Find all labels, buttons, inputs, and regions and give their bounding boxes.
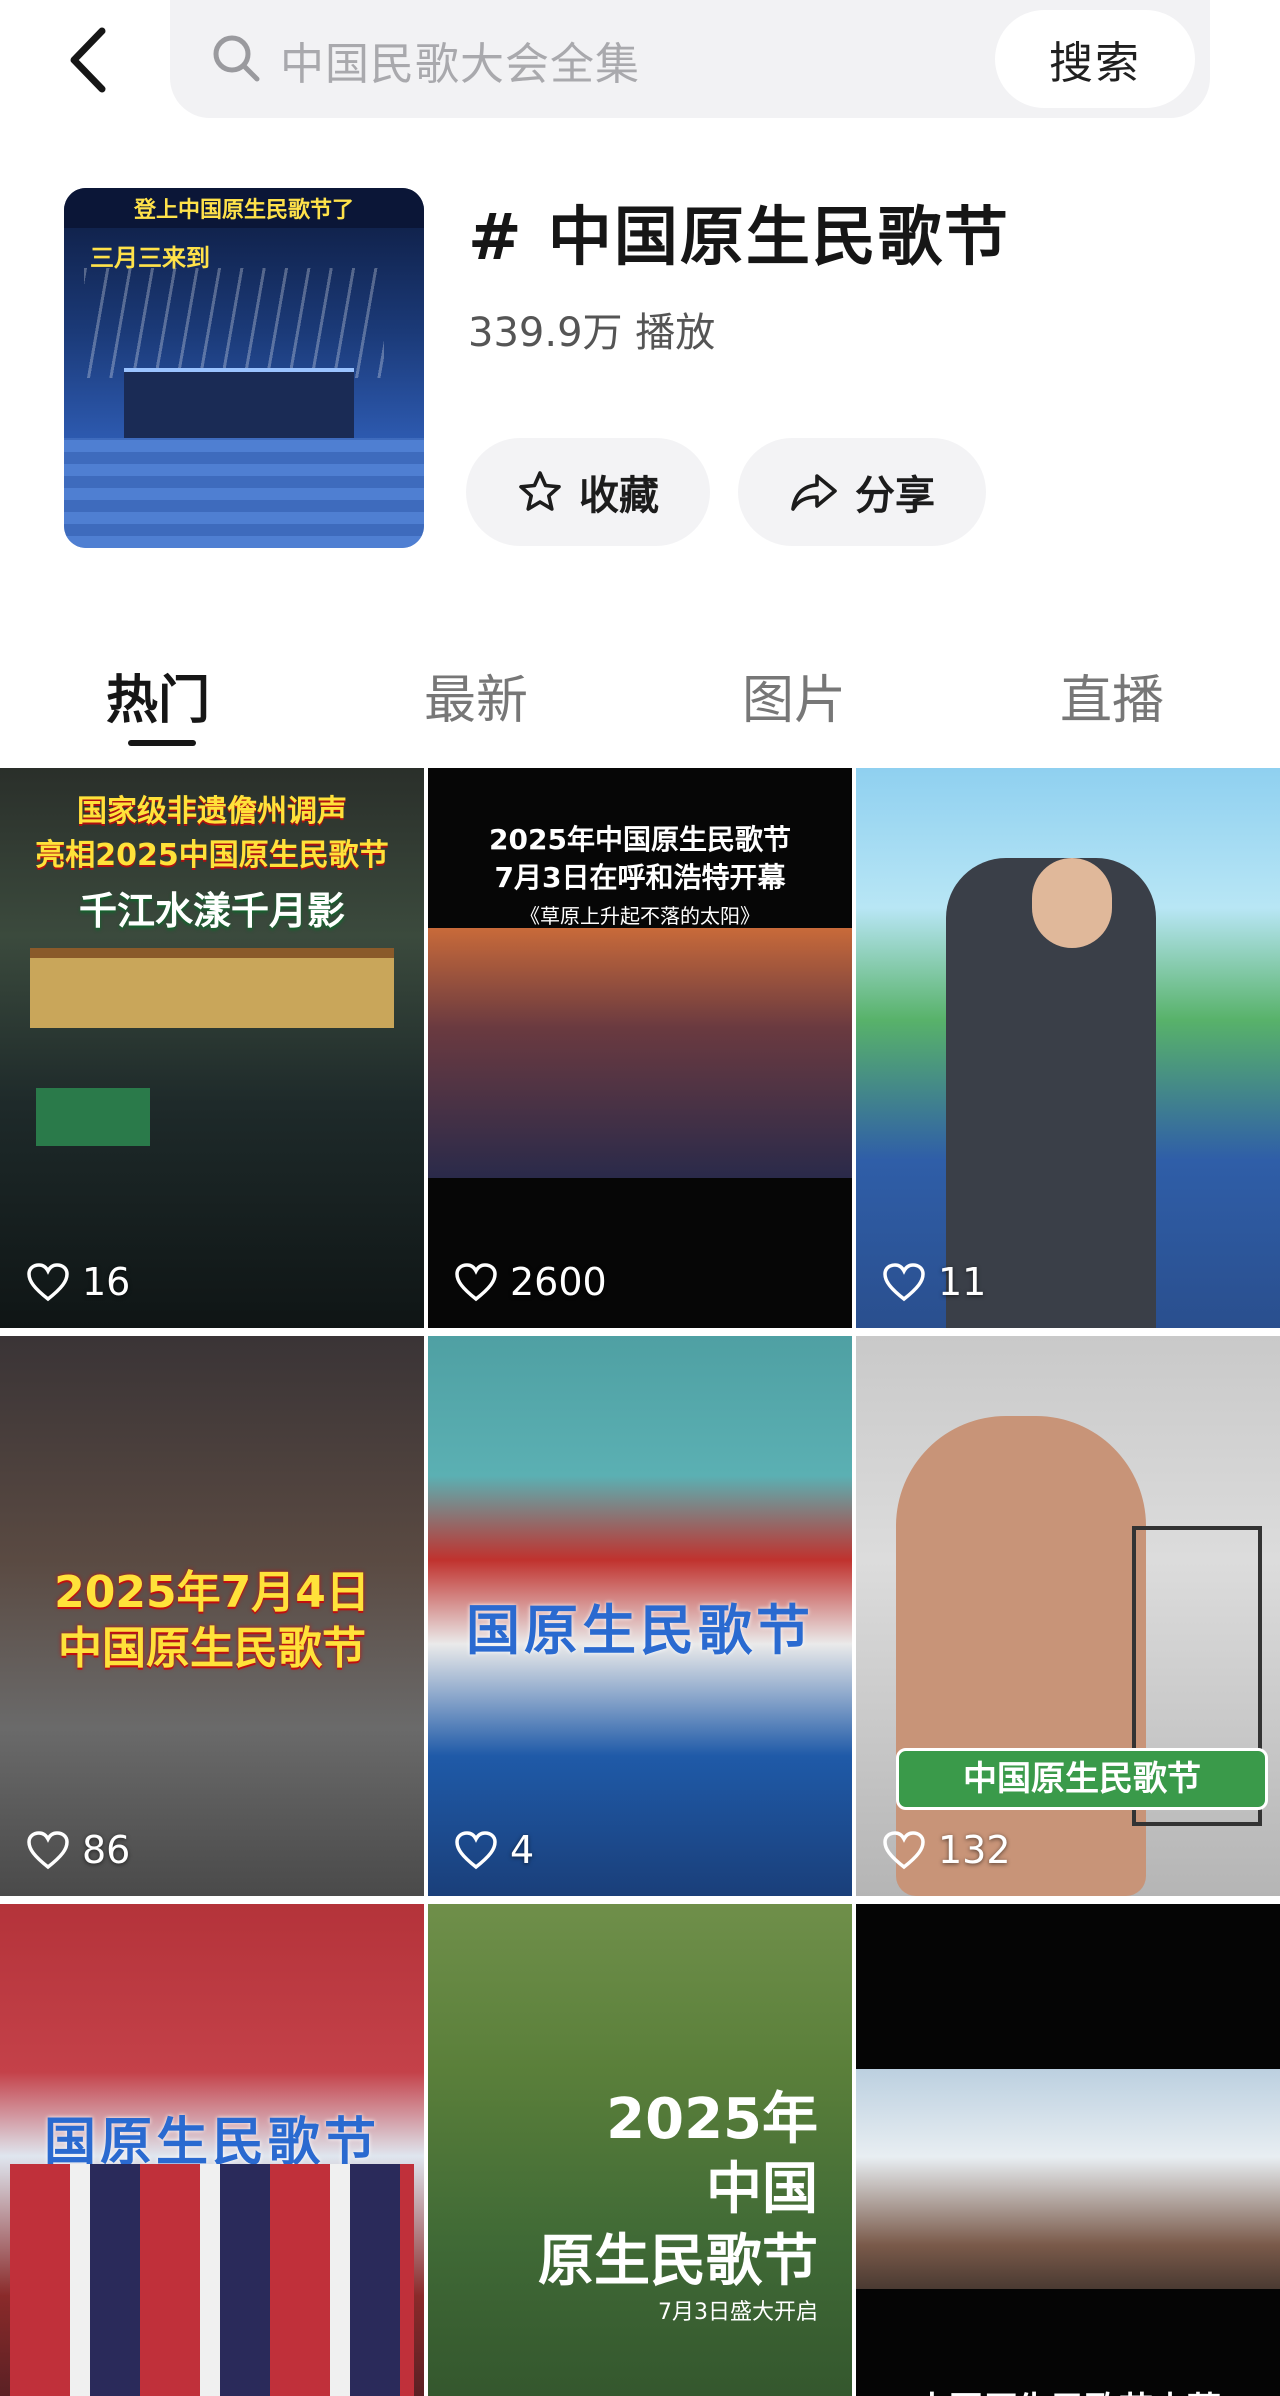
video-card[interactable]: 2025年 中国 原生民歌节 7月3日盛大开启 bbox=[428, 1904, 852, 2396]
like-count: 11 bbox=[882, 1260, 986, 1304]
heart-icon bbox=[455, 1263, 497, 1302]
like-count: 132 bbox=[882, 1828, 1011, 1872]
video-subtitle: 7月3日盛大开启 bbox=[658, 2300, 818, 2325]
search-button[interactable]: 搜索 bbox=[995, 10, 1195, 108]
gate-image bbox=[30, 948, 394, 1028]
performance-image bbox=[428, 928, 852, 1178]
share-icon bbox=[791, 474, 837, 511]
video-card[interactable]: 11 bbox=[856, 768, 1280, 1328]
share-label: 分享 bbox=[855, 473, 935, 519]
video-card[interactable]: 中国原生民歌节 132 bbox=[856, 1336, 1280, 1896]
topic-title: # 中国原生民歌节 bbox=[468, 201, 1010, 275]
video-title: 千江水漾千月影 bbox=[78, 889, 345, 933]
top-bar: 中国民歌大会全集 搜索 bbox=[0, 0, 1280, 150]
heart-icon bbox=[455, 1831, 497, 1870]
play-count: 339.9万 播放 bbox=[468, 310, 716, 356]
video-title: 国原生民歌节 bbox=[466, 1599, 814, 1662]
video-card[interactable]: 中国原生民歌节内蒙 bbox=[856, 1904, 1280, 2396]
tab-hot[interactable]: 热门 bbox=[106, 658, 210, 733]
video-title: 7月3日在呼和浩特开幕 bbox=[494, 861, 786, 894]
video-title: 中国原生民歌节 bbox=[896, 1748, 1268, 1810]
like-count: 2600 bbox=[454, 1260, 607, 1304]
tab-bar: 热门 最新 图片 直播 bbox=[0, 640, 1280, 750]
video-title: 2025年中国原生民歌节 bbox=[489, 823, 791, 856]
video-title: 2025年7月4日 bbox=[54, 1567, 370, 1618]
stage bbox=[124, 368, 354, 438]
video-title: 原生民歌节 bbox=[538, 2229, 818, 2294]
video-title: 2025年 bbox=[606, 2087, 818, 2152]
stage-lights bbox=[84, 268, 384, 378]
video-card[interactable]: 国原生民歌节 4 bbox=[428, 1336, 852, 1896]
video-grid: 国家级非遗儋州调声 亮相2025中国原生民歌节 千江水漾千月影 16 2025年… bbox=[0, 768, 1280, 2396]
search-bar[interactable]: 中国民歌大会全集 搜索 bbox=[170, 0, 1210, 118]
favorite-button[interactable]: 收藏 bbox=[466, 438, 710, 546]
back-button[interactable] bbox=[58, 22, 118, 98]
video-card[interactable]: 2025年7月4日 中国原生民歌节 86 bbox=[0, 1336, 424, 1896]
favorite-label: 收藏 bbox=[579, 473, 659, 519]
video-card[interactable]: 国原生民歌节 bbox=[0, 1904, 424, 2396]
person-head bbox=[1032, 858, 1112, 948]
sign-image bbox=[36, 1088, 150, 1146]
video-title: 中国原生民歌节内蒙 bbox=[856, 2382, 1280, 2396]
search-input[interactable]: 中国民歌大会全集 bbox=[280, 28, 640, 92]
star-icon bbox=[519, 471, 561, 511]
tab-live[interactable]: 直播 bbox=[1060, 658, 1164, 733]
heart-icon bbox=[883, 1263, 925, 1302]
performers-image bbox=[10, 2164, 414, 2396]
like-count: 86 bbox=[26, 1828, 130, 1872]
video-card[interactable]: 2025年中国原生民歌节 7月3日在呼和浩特开幕 《草原上升起不落的太阳》 26… bbox=[428, 768, 852, 1328]
video-title: 《草原上升起不落的太阳》 bbox=[520, 904, 760, 928]
video-card[interactable]: 国家级非遗儋州调声 亮相2025中国原生民歌节 千江水漾千月影 16 bbox=[0, 768, 424, 1328]
topic-cover-image[interactable]: 登上中国原生民歌节了 三月三来到 bbox=[64, 188, 424, 548]
cover-banner: 登上中国原生民歌节了 bbox=[64, 188, 424, 228]
heart-icon bbox=[27, 1263, 69, 1302]
person-image bbox=[896, 1416, 1146, 1896]
audience bbox=[64, 438, 424, 548]
heart-icon bbox=[27, 1831, 69, 1870]
tab-images[interactable]: 图片 bbox=[742, 658, 846, 733]
video-title: 国家级非遗儋州调声 bbox=[77, 794, 347, 829]
video-title: 亮相2025中国原生民歌节 bbox=[35, 838, 389, 873]
chevron-left-icon bbox=[70, 27, 106, 93]
video-title: 中国 bbox=[706, 2157, 818, 2222]
like-count: 4 bbox=[454, 1828, 534, 1872]
heart-icon bbox=[883, 1831, 925, 1870]
stage-image bbox=[856, 2069, 1280, 2289]
search-icon bbox=[213, 35, 260, 82]
like-count: 16 bbox=[26, 1260, 130, 1304]
share-button[interactable]: 分享 bbox=[738, 438, 986, 546]
tab-latest[interactable]: 最新 bbox=[424, 658, 528, 733]
video-title: 中国原生民歌节 bbox=[58, 1623, 366, 1674]
active-tab-indicator bbox=[128, 740, 196, 746]
